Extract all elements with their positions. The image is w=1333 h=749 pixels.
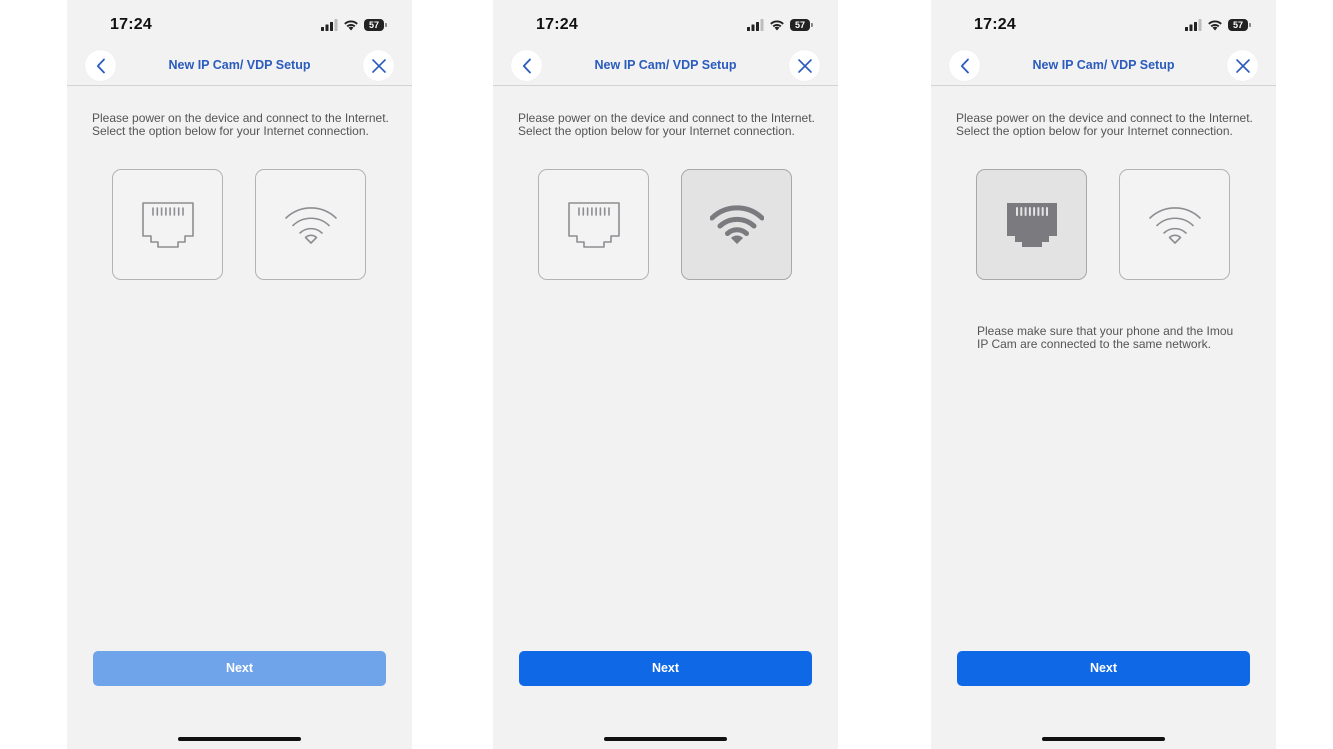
ethernet-port-icon bbox=[567, 201, 620, 248]
back-button[interactable] bbox=[511, 50, 542, 81]
status-wifi-icon bbox=[770, 20, 784, 31]
instruction-line-2: Select the option below for your Interne… bbox=[956, 124, 1233, 138]
page-title: New IP Cam/ VDP Setup bbox=[594, 58, 737, 72]
close-button[interactable] bbox=[363, 50, 394, 81]
header-divider bbox=[67, 85, 412, 86]
wifi-icon bbox=[709, 204, 764, 244]
status-wifi-icon bbox=[1208, 20, 1222, 31]
battery-icon: 57 bbox=[1228, 19, 1251, 31]
home-indicator bbox=[178, 737, 301, 741]
ethernet-option[interactable] bbox=[538, 169, 649, 280]
next-button[interactable]: Next bbox=[957, 651, 1250, 686]
network-note: Please make sure that your phone and the… bbox=[977, 325, 1237, 351]
chevron-left-icon bbox=[960, 58, 969, 73]
instruction-text: Please power on the device and connect t… bbox=[92, 112, 392, 138]
wifi-icon bbox=[284, 206, 337, 244]
cellular-signal-icon bbox=[321, 19, 338, 31]
status-icons: 57 bbox=[747, 17, 813, 33]
phone-screen-2: 17:24 57 New IP Cam/ VDP Setup Please po… bbox=[493, 0, 838, 749]
instruction-text: Please power on the device and connect t… bbox=[518, 112, 818, 138]
chevron-left-icon bbox=[522, 58, 531, 73]
close-icon bbox=[797, 58, 812, 73]
back-button[interactable] bbox=[85, 50, 116, 81]
next-button[interactable]: Next bbox=[93, 651, 386, 686]
phone-screen-3: 17:24 57 New IP Cam/ VDP Setup Please po… bbox=[931, 0, 1276, 749]
wifi-option[interactable] bbox=[255, 169, 366, 280]
header-divider bbox=[931, 85, 1276, 86]
header-divider bbox=[493, 85, 838, 86]
battery-icon: 57 bbox=[364, 19, 387, 31]
ethernet-option[interactable] bbox=[976, 169, 1087, 280]
status-wifi-icon bbox=[344, 20, 358, 31]
back-button[interactable] bbox=[949, 50, 980, 81]
close-icon bbox=[1235, 58, 1250, 73]
cellular-signal-icon bbox=[1185, 19, 1202, 31]
wifi-icon bbox=[1148, 206, 1201, 244]
status-icons: 57 bbox=[1185, 17, 1251, 33]
status-time: 17:24 bbox=[536, 16, 578, 33]
page-title: New IP Cam/ VDP Setup bbox=[1032, 58, 1175, 72]
status-time: 17:24 bbox=[974, 16, 1016, 33]
home-indicator bbox=[1042, 737, 1165, 741]
instruction-line-2: Select the option below for your Interne… bbox=[92, 124, 369, 138]
note-line-2: IP Cam are connected to the same network… bbox=[977, 337, 1211, 351]
status-time: 17:24 bbox=[110, 16, 152, 33]
close-button[interactable] bbox=[1227, 50, 1258, 81]
close-button[interactable] bbox=[789, 50, 820, 81]
ethernet-port-icon bbox=[1006, 202, 1057, 247]
chevron-left-icon bbox=[96, 58, 105, 73]
next-button[interactable]: Next bbox=[519, 651, 812, 686]
page-title: New IP Cam/ VDP Setup bbox=[168, 58, 311, 72]
status-icons: 57 bbox=[321, 17, 387, 33]
battery-icon: 57 bbox=[790, 19, 813, 31]
wifi-option[interactable] bbox=[681, 169, 792, 280]
instruction-line-2: Select the option below for your Interne… bbox=[518, 124, 795, 138]
ethernet-port-icon bbox=[141, 201, 194, 248]
close-icon bbox=[371, 58, 386, 73]
phone-screen-1: 17:24 57 New IP Cam/ VDP Setup Please po… bbox=[67, 0, 412, 749]
home-indicator bbox=[604, 737, 727, 741]
ethernet-option[interactable] bbox=[112, 169, 223, 280]
instruction-text: Please power on the device and connect t… bbox=[956, 112, 1256, 138]
wifi-option[interactable] bbox=[1119, 169, 1230, 280]
cellular-signal-icon bbox=[747, 19, 764, 31]
